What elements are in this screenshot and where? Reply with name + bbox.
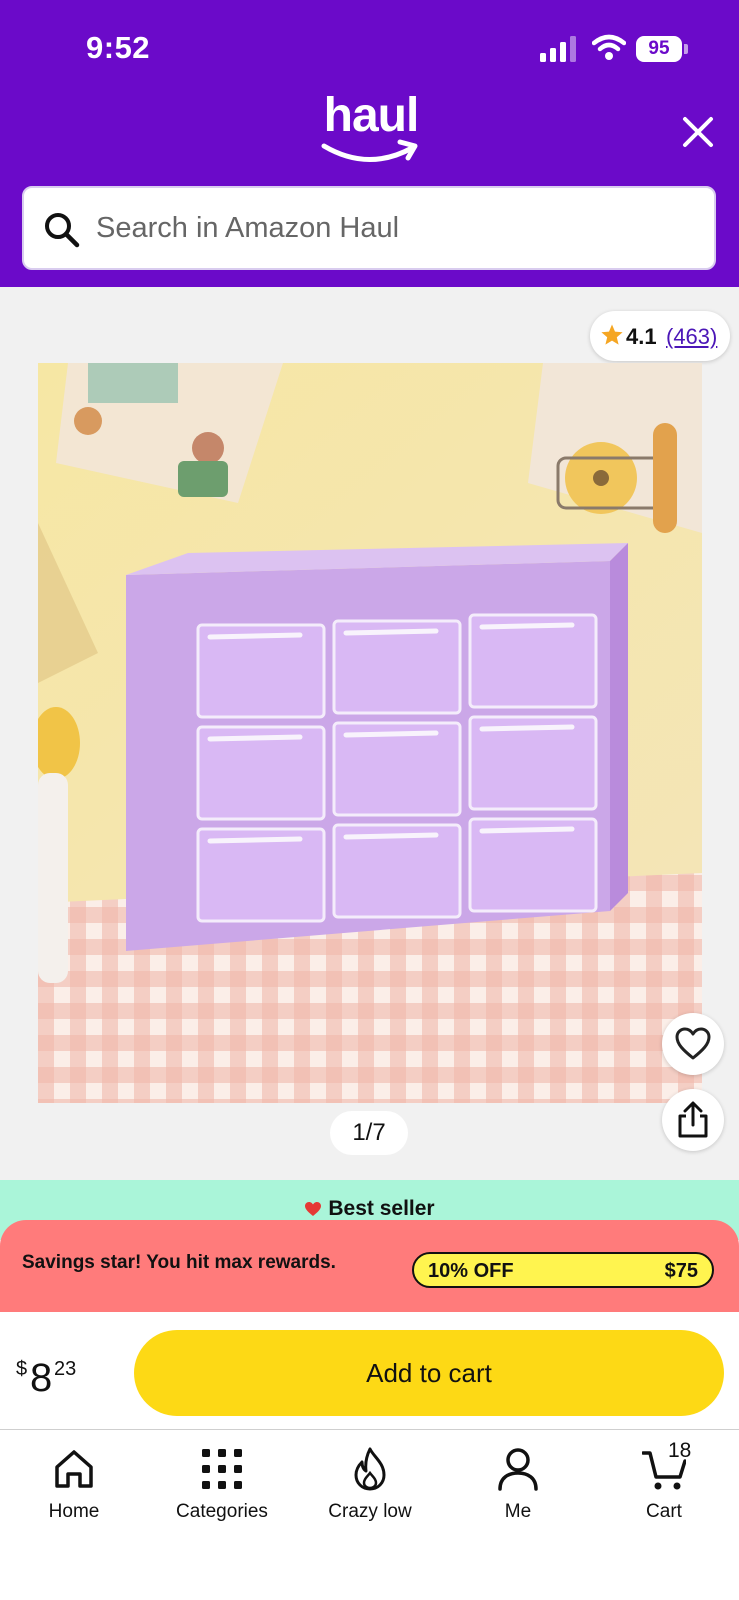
heart-icon [675, 1027, 711, 1060]
battery-level: 95 [636, 36, 682, 62]
savings-banner[interactable]: Savings star! You hit max rewards. 10% O… [0, 1220, 739, 1312]
cart-count: 18 [668, 1439, 692, 1462]
heart-icon [305, 1202, 322, 1216]
star-icon [601, 324, 623, 345]
search-bar[interactable] [22, 186, 716, 270]
price-fraction: 23 [54, 1358, 77, 1380]
nav-item-crazy-low[interactable]: Crazy low [296, 1447, 444, 1537]
close-icon[interactable] [676, 110, 720, 154]
favorite-button[interactable] [662, 1013, 724, 1075]
discount-pill: 10% OFF $75 [412, 1252, 714, 1288]
search-icon [45, 213, 80, 248]
nav-item-me[interactable]: Me [444, 1447, 592, 1537]
battery-icon: 95 [636, 36, 688, 62]
price-whole: 8 [30, 1356, 53, 1400]
header: 9:52 95 haul [0, 0, 739, 287]
rating-badge[interactable]: 4.1 (463) [590, 311, 730, 361]
clock: 9:52 [86, 30, 151, 65]
bottom-nav: Home Categories Crazy low Me 18 Cart [0, 1431, 739, 1600]
product-screen: 9:52 95 haul Search in Amazon Haul 4.1 (… [0, 0, 739, 1600]
categories-icon [202, 1449, 242, 1489]
rating-value: 4.1 [626, 324, 657, 349]
rating-count-link[interactable]: (463) [666, 324, 717, 350]
nav-label: Cart [646, 1501, 682, 1522]
share-button[interactable] [662, 1089, 724, 1151]
haul-logo[interactable]: haul [316, 88, 426, 168]
product-image[interactable] [38, 363, 702, 1103]
purchase-bar: $ 8 23 Add to cart [0, 1312, 739, 1430]
smile-arrow-icon [321, 139, 418, 162]
nav-item-cart[interactable]: 18 Cart [590, 1439, 738, 1537]
discount-label: 10% OFF [428, 1260, 514, 1282]
nav-label: Me [504, 1501, 532, 1522]
savings-message: Savings star! You hit max rewards. [22, 1252, 336, 1273]
logo-text: haul [323, 89, 420, 142]
nav-item-categories[interactable]: Categories [148, 1447, 296, 1537]
wifi-icon [592, 34, 626, 60]
nav-label: Crazy low [328, 1501, 412, 1522]
home-icon [55, 1450, 93, 1488]
search-input[interactable] [96, 188, 696, 268]
add-to-cart-button[interactable]: Add to cart [134, 1330, 724, 1416]
price-currency: $ [16, 1358, 28, 1380]
product-gallery: 4.1 (463) 1/7 [0, 287, 739, 1180]
cellular-signal-icon [540, 36, 576, 62]
nav-item-home[interactable]: Home [0, 1447, 148, 1537]
person-icon [498, 1448, 538, 1491]
status-bar: 9:52 95 [0, 0, 739, 90]
image-page-indicator: 1/7 [330, 1111, 408, 1155]
share-icon [678, 1101, 708, 1138]
nav-label: Categories [176, 1501, 268, 1522]
discount-threshold: $75 [664, 1260, 698, 1282]
flame-icon [354, 1447, 386, 1491]
best-seller-label: Best seller [328, 1197, 435, 1220]
nav-label: Home [48, 1501, 100, 1522]
